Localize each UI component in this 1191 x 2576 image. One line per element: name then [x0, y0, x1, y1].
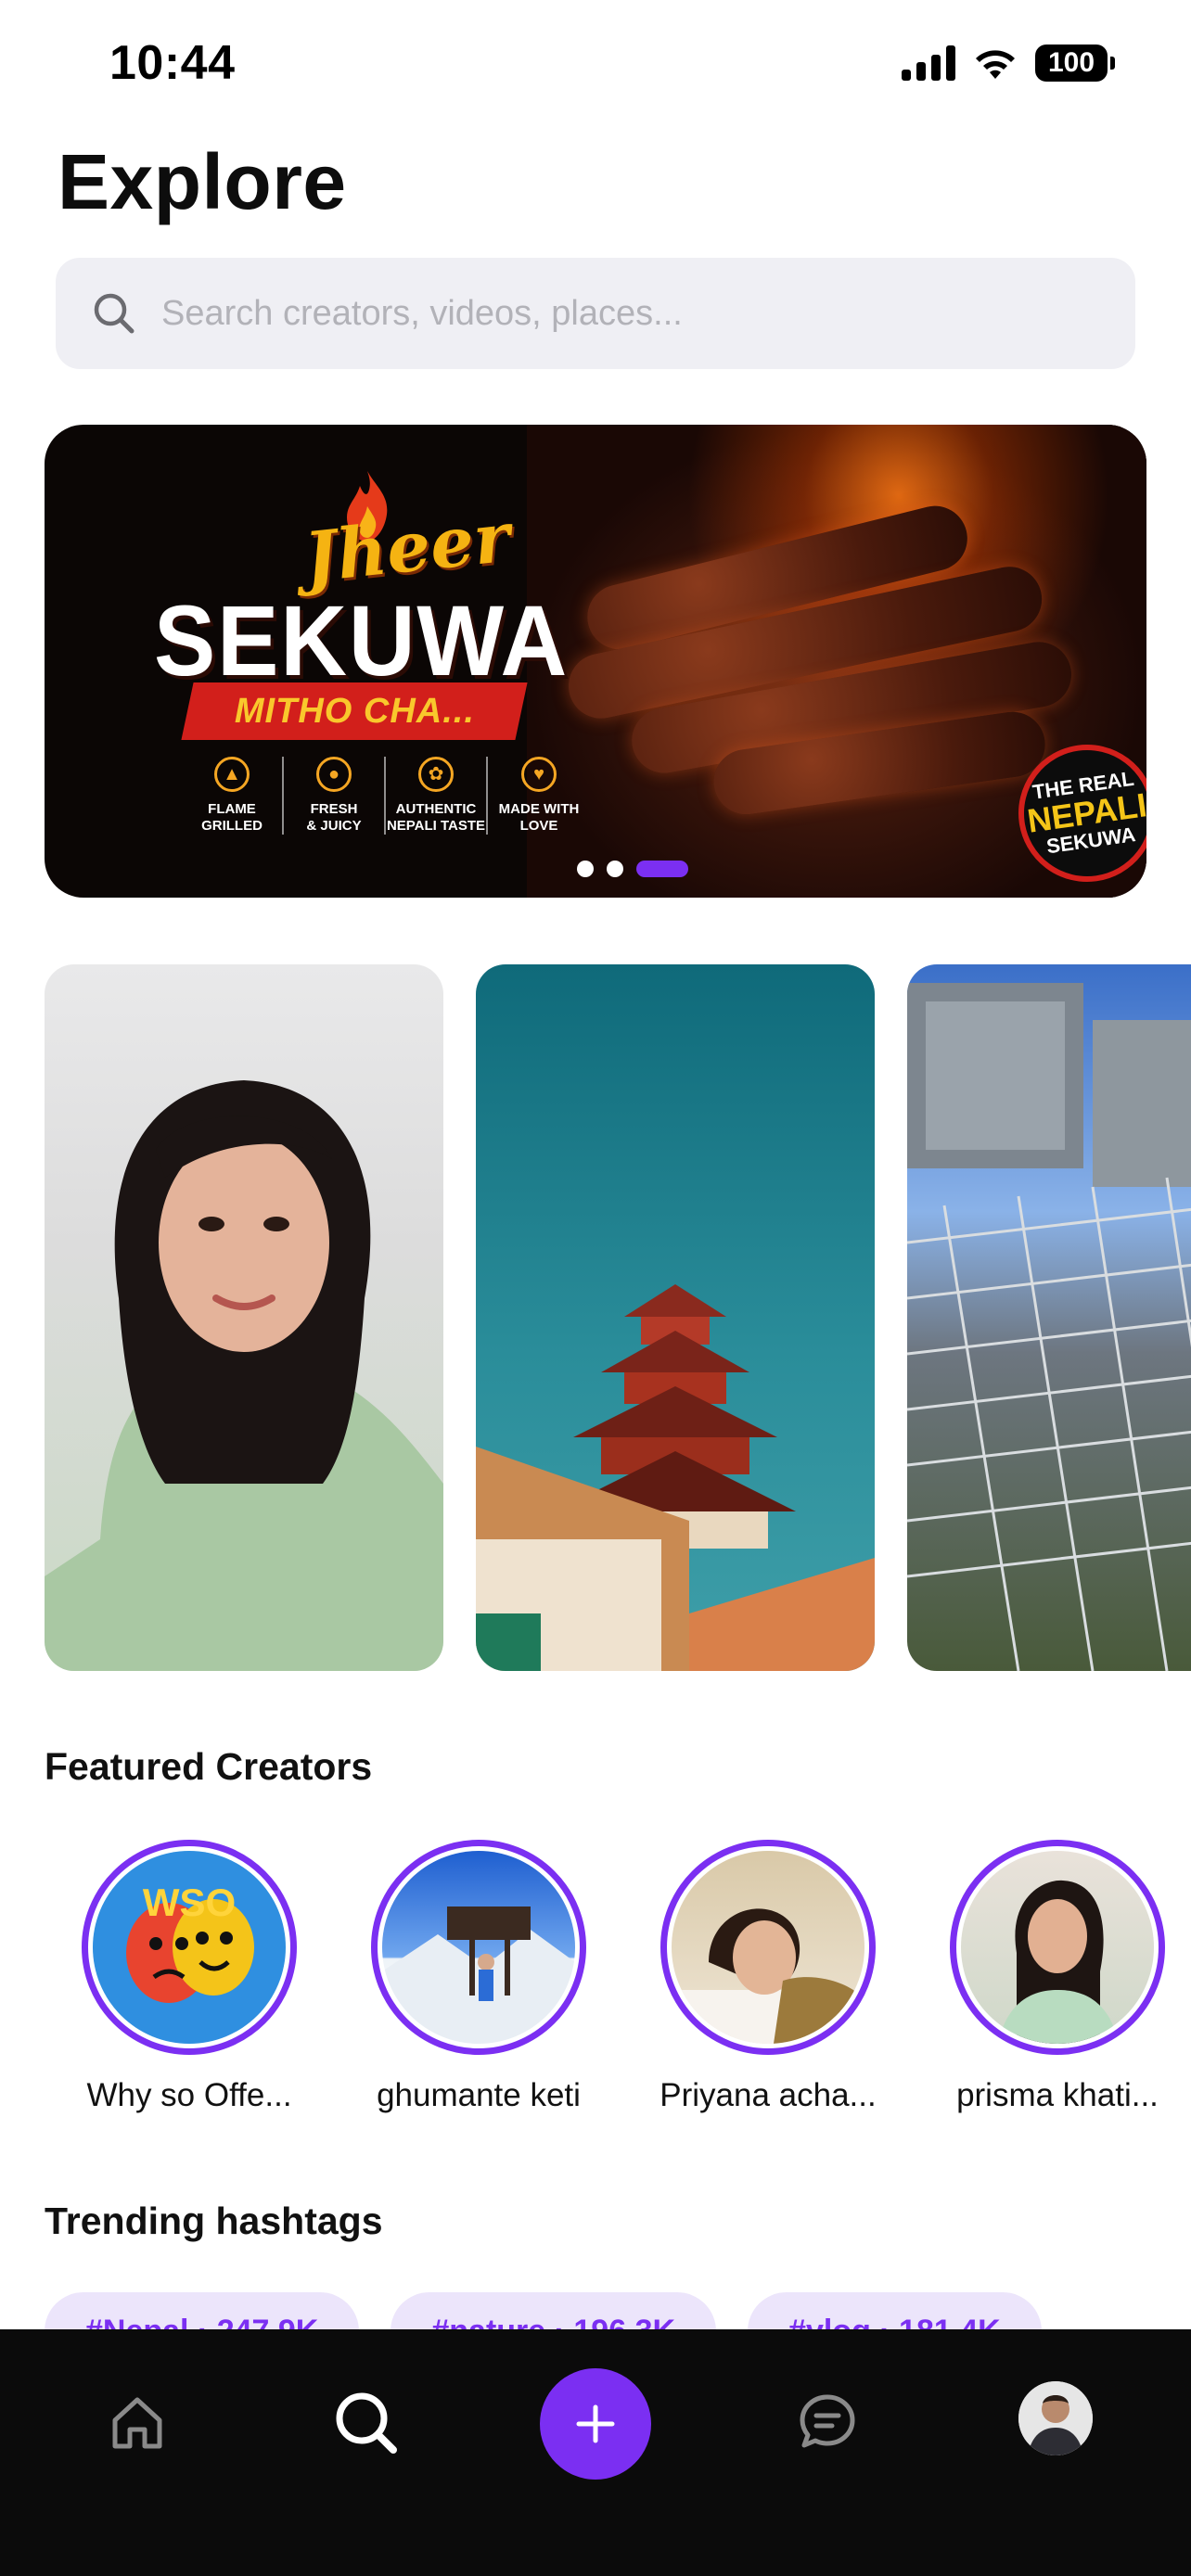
- nav-home[interactable]: [100, 2385, 174, 2459]
- media-card[interactable]: [45, 964, 443, 1671]
- media-card[interactable]: [476, 964, 875, 1671]
- banner-features: ▲ FLAME GRILLED ● FRESH & JUICY ✿ AUTHENTI…: [182, 757, 590, 835]
- avatar: [672, 1851, 864, 2044]
- chili-icon: ●: [316, 757, 352, 792]
- avatar-ring: WSO: [82, 1840, 297, 2055]
- battery-level: 100: [1035, 45, 1108, 82]
- feature-line: NEPALI TASTE: [386, 818, 486, 834]
- creator-name: ghumante keti: [377, 2077, 581, 2113]
- battery-icon: 100: [1035, 45, 1115, 82]
- wifi-icon: [976, 50, 1015, 79]
- heart-icon: ♥: [521, 757, 557, 792]
- home-icon: [112, 2397, 162, 2449]
- leaf-icon: ✿: [418, 757, 454, 792]
- avatar: [382, 1851, 575, 2044]
- promo-banner[interactable]: Jheer SEKUWA MITHO CHA... ▲ FLAME GRILLED…: [45, 425, 1146, 898]
- feature-line: FLAME: [208, 801, 256, 817]
- banner-brand: Jheer SEKUWA MITHO CHA... ▲ FLAME GRILLED…: [45, 425, 579, 898]
- feature-fresh-juicy: ● FRESH & JUICY: [284, 757, 386, 835]
- search-bar[interactable]: [56, 258, 1135, 369]
- avatar-ring: [660, 1840, 876, 2055]
- feature-line: FRESH: [310, 801, 358, 817]
- plus-icon: [576, 2404, 615, 2443]
- zipline-image: [907, 983, 1191, 1671]
- cellular-signal-icon: [902, 45, 955, 81]
- feature-line: AUTHENTIC: [395, 801, 477, 817]
- nav-search[interactable]: [327, 2383, 404, 2461]
- featured-creators-title: Featured Creators: [45, 1745, 373, 1788]
- feature-line: MADE WITH: [498, 801, 580, 817]
- creator-name: Why so Offe...: [86, 2077, 292, 2113]
- creator-item[interactable]: ghumante keti: [334, 1840, 623, 2114]
- banner-pagination: [45, 861, 1146, 877]
- creator-item[interactable]: Priyana acha...: [623, 1840, 913, 2114]
- creator-item[interactable]: WSO Why so Offe...: [45, 1840, 334, 2114]
- profile-avatar[interactable]: [1018, 2381, 1093, 2455]
- tagline-text: MITHO CHA...: [234, 691, 475, 731]
- avatar: [961, 1851, 1154, 2044]
- media-carousel: [45, 964, 1191, 1671]
- brand-main-text: SEKUWA: [154, 584, 570, 696]
- creator-name: prisma khati...: [956, 2077, 1159, 2113]
- search-icon: [94, 293, 134, 334]
- feature-line: & JUICY: [306, 818, 362, 834]
- pagination-dot-active[interactable]: [636, 861, 688, 877]
- temple-image: [476, 1284, 875, 1671]
- avatar: WSO: [93, 1851, 286, 2044]
- chat-icon: [800, 2394, 855, 2448]
- avatar-ring: [371, 1840, 586, 2055]
- profile-photo: [1018, 2381, 1093, 2455]
- trending-hashtags-title: Trending hashtags: [45, 2200, 383, 2242]
- create-button[interactable]: [540, 2368, 651, 2480]
- feature-line: LOVE: [519, 818, 558, 834]
- search-input[interactable]: [161, 293, 1089, 334]
- bottom-nav: [0, 2329, 1191, 2576]
- status-time: 10:44: [109, 36, 236, 90]
- feature-flame-grilled: ▲ FLAME GRILLED: [182, 757, 284, 835]
- portrait-image: [45, 1080, 443, 1671]
- flame-icon: ▲: [214, 757, 250, 792]
- feature-line: GRILLED: [201, 818, 263, 834]
- pagination-dot[interactable]: [577, 861, 594, 877]
- feature-authentic: ✿ AUTHENTIC NEPALI TASTE: [386, 757, 488, 835]
- pagination-dot[interactable]: [607, 861, 623, 877]
- portrait-photo: [672, 1908, 864, 2044]
- mountain-photo: [382, 1906, 575, 2044]
- theater-masks-icon: WSO: [126, 1881, 254, 2003]
- nav-messages[interactable]: [790, 2385, 864, 2459]
- search-icon: [336, 2392, 397, 2454]
- status-bar: 10:44 100: [0, 0, 1191, 130]
- creator-item[interactable]: prisma khati...: [913, 1840, 1191, 2114]
- portrait-photo: [998, 1880, 1119, 2044]
- tagline-ribbon: MITHO CHA...: [181, 682, 528, 740]
- page-title: Explore: [58, 138, 347, 225]
- creator-name: Priyana acha...: [660, 2077, 877, 2113]
- featured-creators-list: WSO Why so Offe... ghumante keti Priyana…: [45, 1840, 1191, 2114]
- svg-text:WSO: WSO: [143, 1881, 236, 1924]
- media-card[interactable]: [907, 964, 1191, 1671]
- status-icons: 100: [902, 45, 1115, 82]
- avatar-ring: [950, 1840, 1165, 2055]
- feature-made-with-love: ♥ MADE WITH LOVE: [488, 757, 590, 835]
